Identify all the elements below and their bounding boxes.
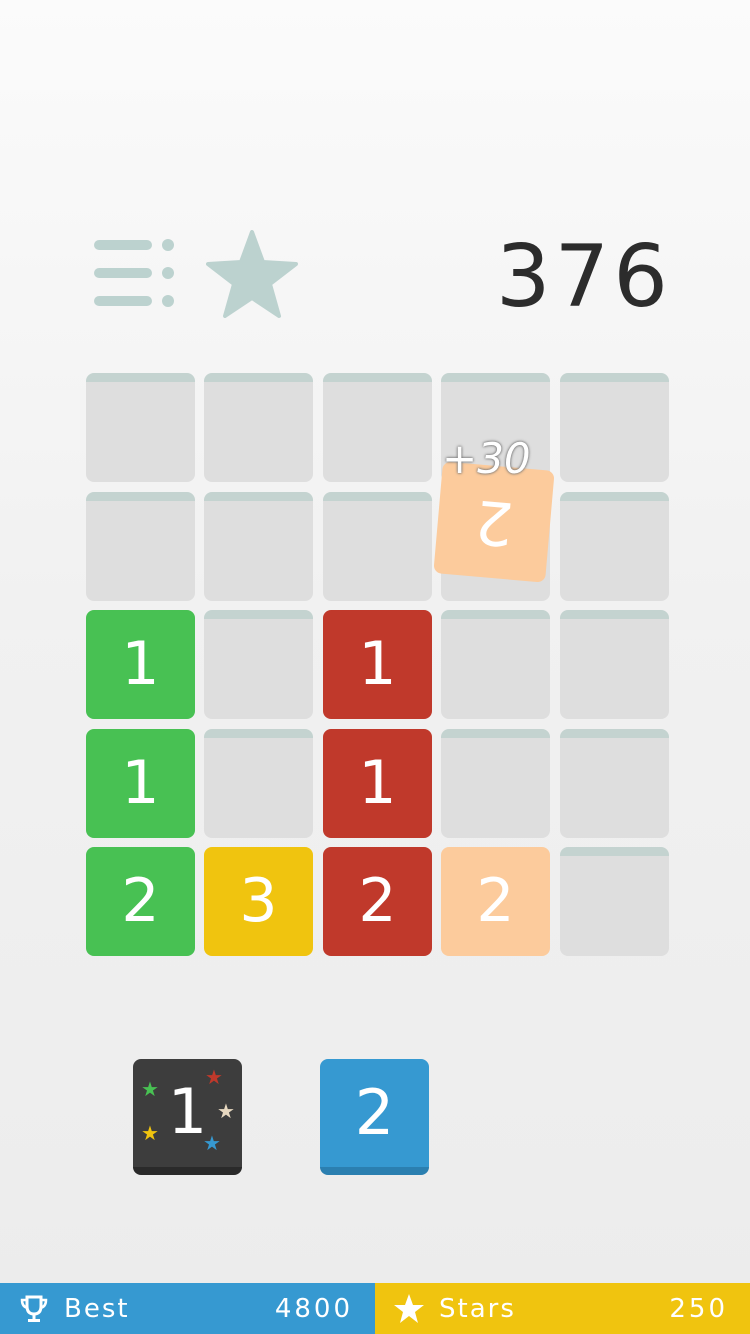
next-tile-special: 1 ★ ★ ★ ★ ★ (133, 1059, 242, 1175)
board-cell-empty (560, 847, 669, 956)
points-popup: +30 (442, 434, 531, 483)
board-cell-empty (323, 492, 432, 601)
board-tile: 1 (323, 729, 432, 838)
board-tile: 2 (441, 847, 550, 956)
red-star-icon: ★ (205, 1065, 223, 1089)
stars-button[interactable] (206, 230, 298, 318)
board-tile: 1 (323, 610, 432, 719)
board-cell-empty (86, 492, 195, 601)
score-display: 376 (495, 227, 672, 327)
board-tile: 1 (86, 729, 195, 838)
board-cell-empty (204, 492, 313, 601)
stars-bar: Stars 250 (375, 1283, 750, 1334)
yellow-star-icon: ★ (141, 1121, 159, 1145)
best-value: 4800 (274, 1294, 353, 1324)
star-icon (206, 230, 298, 318)
best-label: Best (64, 1294, 130, 1324)
board-tile: 2 (86, 847, 195, 956)
board-tile: 1 (86, 610, 195, 719)
blue-star-icon: ★ (203, 1131, 221, 1155)
trophy-icon (20, 1295, 48, 1322)
star-icon (394, 1294, 424, 1323)
board-cell-empty (560, 373, 669, 482)
board-cell-empty (86, 373, 195, 482)
board-cell-empty (323, 373, 432, 482)
green-star-icon: ★ (141, 1077, 159, 1101)
board-cell-empty (560, 610, 669, 719)
board-cell-empty (441, 729, 550, 838)
board-cell-empty (204, 729, 313, 838)
next-tile-regular: 2 (320, 1059, 429, 1175)
board-cell-empty (204, 373, 313, 482)
best-score-bar: Best 4800 (0, 1283, 375, 1334)
menu-button[interactable] (94, 238, 178, 310)
board-tile: 2 (323, 847, 432, 956)
board-tile: 3 (204, 847, 313, 956)
stars-value: 250 (669, 1294, 728, 1324)
beige-star-icon: ★ (217, 1099, 235, 1123)
board-cell-empty (441, 610, 550, 719)
stars-label: Stars (439, 1294, 516, 1324)
next-tile-regular-value: 2 (354, 1076, 395, 1149)
board-cell-empty (204, 610, 313, 719)
board-cell-empty (560, 492, 669, 601)
board-cell-empty (560, 729, 669, 838)
